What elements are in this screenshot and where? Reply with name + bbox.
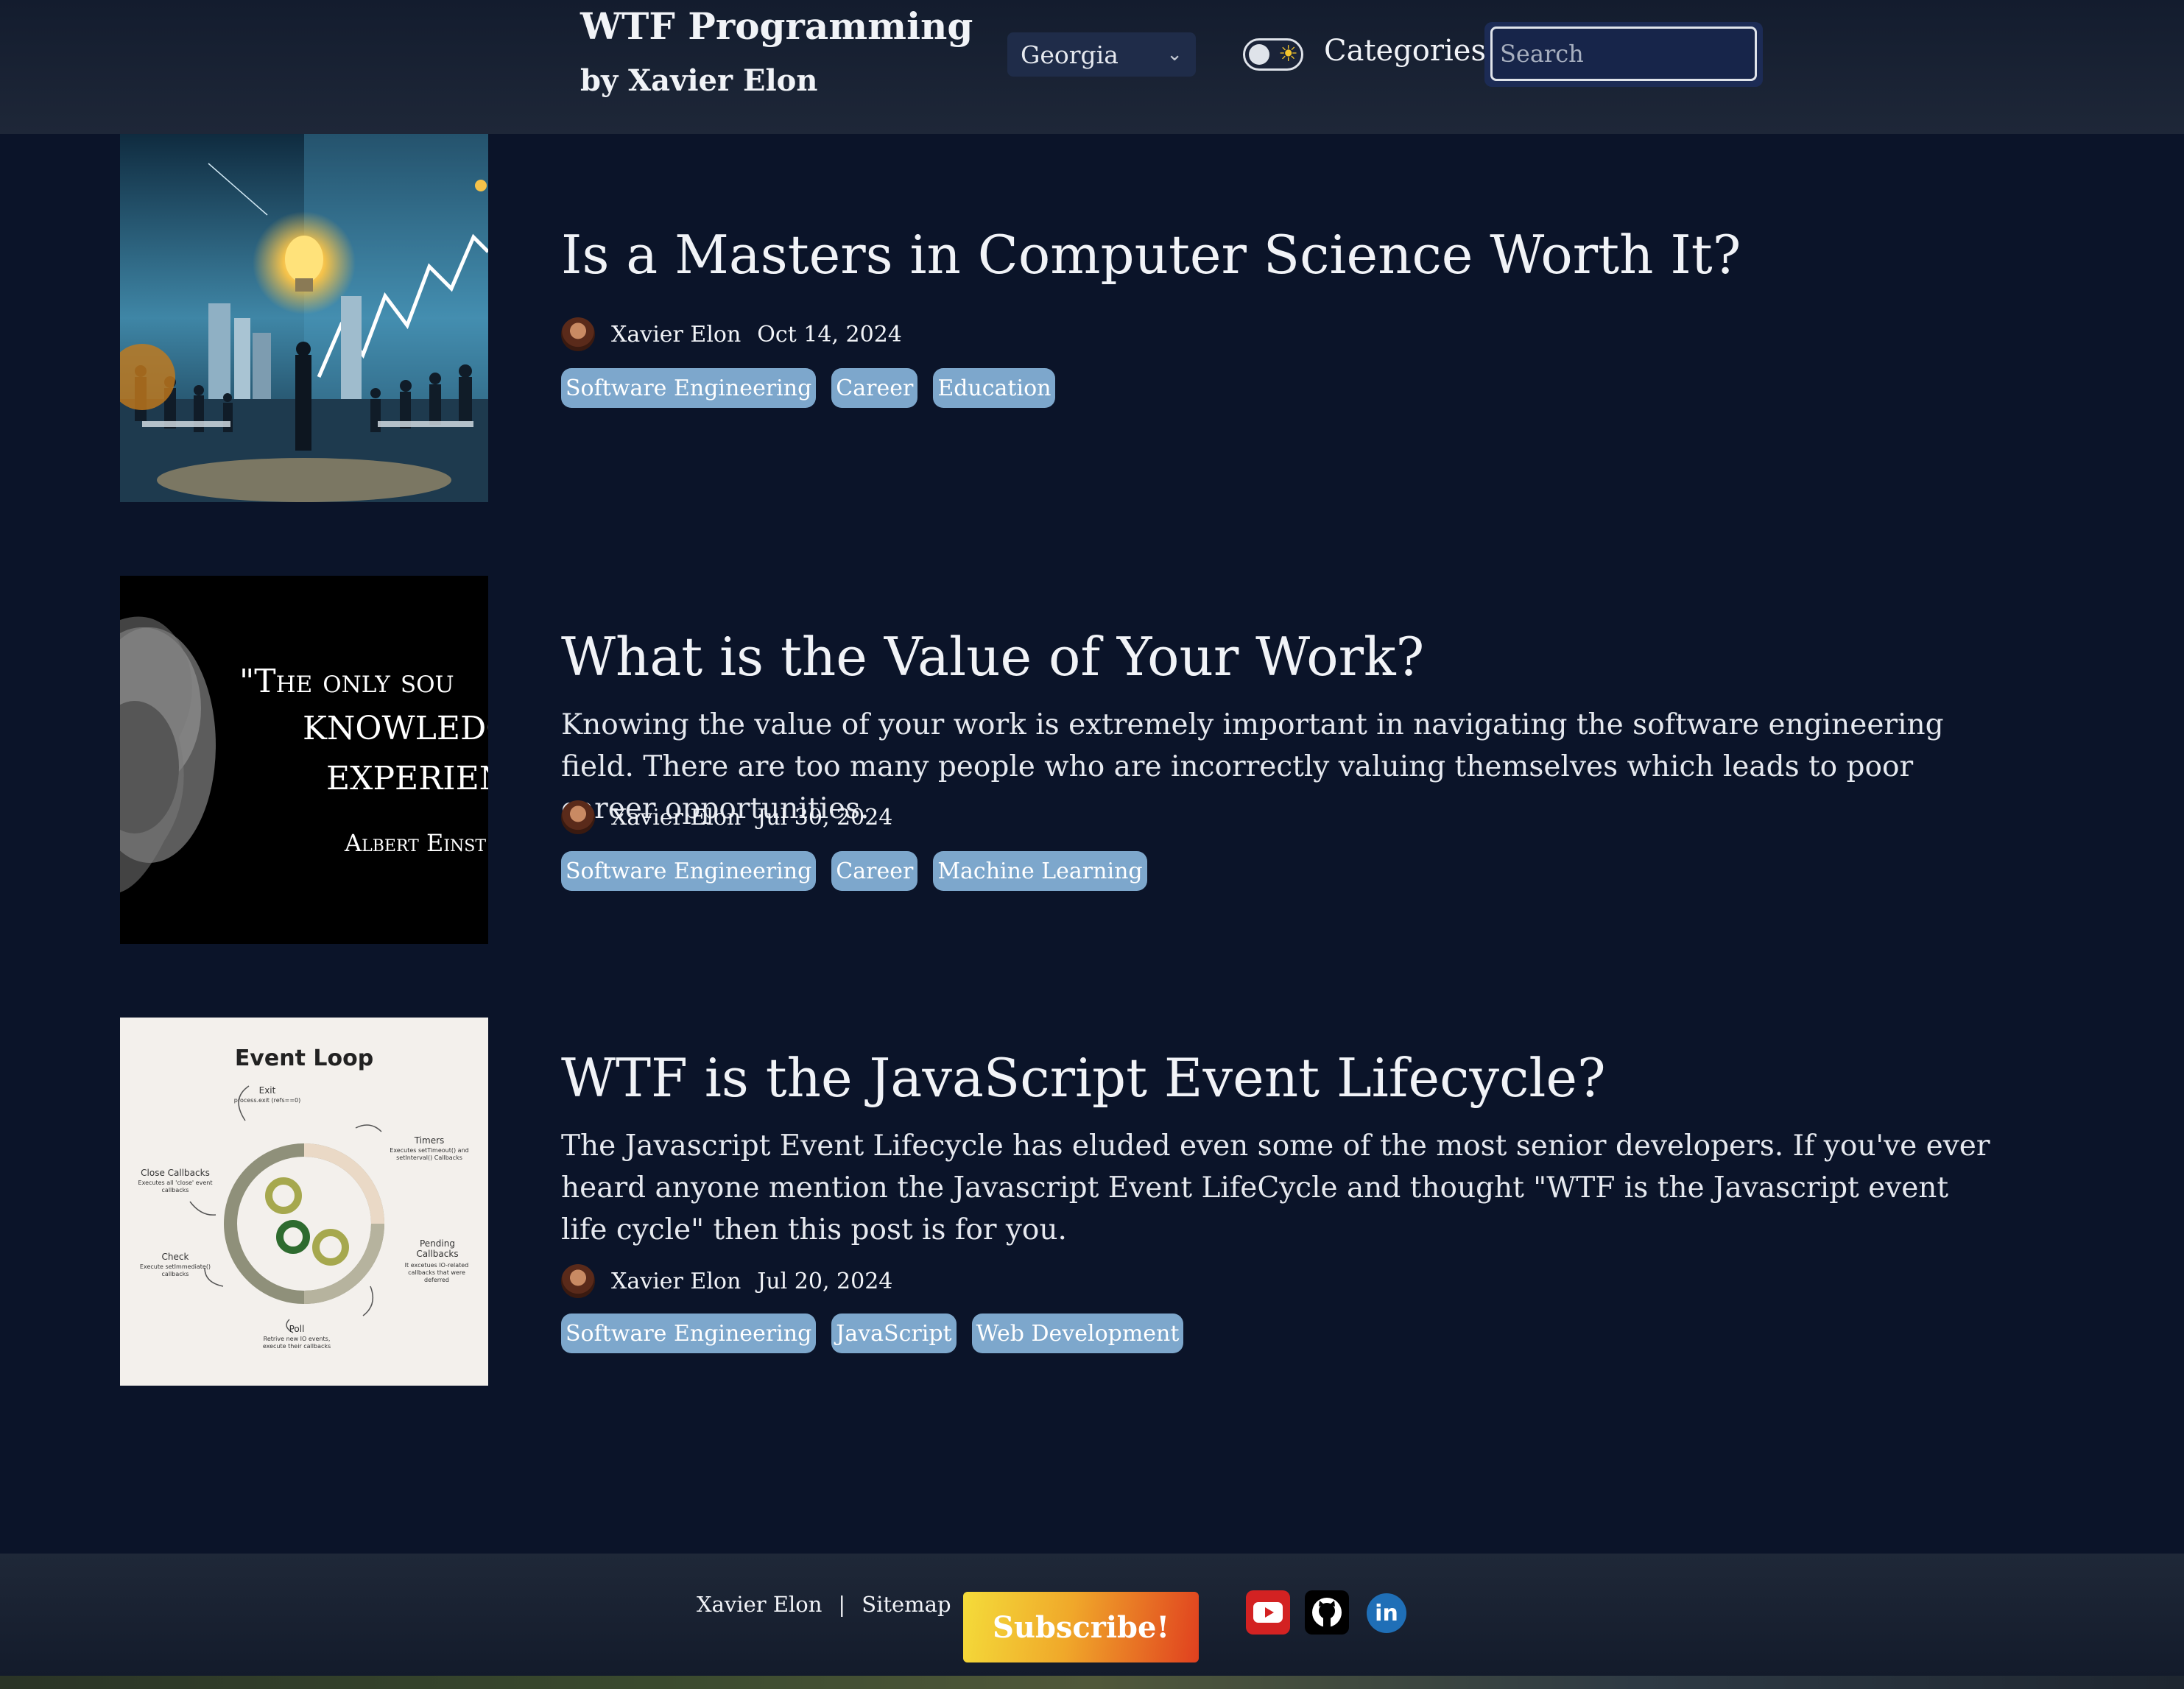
event-loop-close: Close Callbacks xyxy=(141,1168,210,1178)
tag-badge[interactable]: Career xyxy=(831,851,918,891)
font-select-value: Georgia xyxy=(1021,40,1119,69)
event-loop-pending-sub: It excetues IO-related callbacks that we… xyxy=(404,1262,469,1283)
linkedin-icon[interactable]: in xyxy=(1367,1593,1406,1633)
tag-badge[interactable]: Software Engineering xyxy=(561,851,817,891)
event-loop-check-sub: Execute setImmediate() callbacks xyxy=(139,1263,211,1277)
footer-separator: | xyxy=(838,1592,846,1617)
post-author: Xavier Elon xyxy=(611,1268,741,1294)
post-tags: Software Engineering Career Machine Lear… xyxy=(561,851,1147,891)
quote-line-3: experienc xyxy=(326,760,488,797)
footer-background-strip xyxy=(0,1676,2184,1689)
event-loop-poll-sub: Retrive new IO events, execute their cal… xyxy=(262,1336,331,1350)
footer-links: Xavier Elon | Sitemap xyxy=(697,1592,951,1617)
tag-badge[interactable]: Career xyxy=(831,368,918,408)
youtube-icon[interactable] xyxy=(1246,1590,1290,1635)
post-author: Xavier Elon xyxy=(611,804,741,831)
quote-line-1: "The only sou xyxy=(239,663,454,700)
tag-badge[interactable]: Software Engineering xyxy=(561,368,817,408)
github-icon[interactable] xyxy=(1305,1590,1349,1635)
search-input[interactable] xyxy=(1490,27,1757,81)
site-subtitle: by Xavier Elon xyxy=(580,63,818,98)
post-thumbnail[interactable]: Event Loop Exit process.exit (refs==0) T… xyxy=(120,1018,488,1386)
event-loop-timers: Timers xyxy=(414,1135,445,1146)
tag-badge[interactable]: Education xyxy=(933,368,1056,408)
footer-sitemap-link[interactable]: Sitemap xyxy=(862,1592,951,1617)
post-thumbnail[interactable]: "The only sou knowledg experienc Albert … xyxy=(120,576,488,944)
post-tags: Software Engineering Career Education xyxy=(561,368,1056,408)
post-meta: Xavier Elon Jul 30, 2024 xyxy=(561,800,892,835)
quote-attribution: Albert Einst xyxy=(345,829,487,857)
event-loop-heading: Event Loop xyxy=(234,1046,374,1071)
author-avatar xyxy=(561,1264,595,1298)
tag-badge[interactable]: JavaScript xyxy=(831,1314,957,1353)
post-date: Jul 30, 2024 xyxy=(757,804,893,831)
post-title[interactable]: Is a Masters in Computer Science Worth I… xyxy=(561,224,1741,286)
categories-link[interactable]: Categories xyxy=(1324,34,1486,68)
search-container xyxy=(1484,22,1763,87)
event-loop-timers-sub: Executes setTimeout() and setInterval() … xyxy=(390,1147,469,1161)
post-author: Xavier Elon xyxy=(611,321,741,348)
theme-toggle[interactable]: ☀ xyxy=(1243,38,1303,71)
event-loop-exit: Exit xyxy=(258,1085,276,1096)
post-title[interactable]: What is the Value of Your Work? xyxy=(561,626,1424,688)
site-title[interactable]: WTF Programming xyxy=(580,4,973,48)
post-date: Oct 14, 2024 xyxy=(757,321,902,348)
post-tags: Software Engineering JavaScript Web Deve… xyxy=(561,1314,1184,1353)
post-thumbnail[interactable] xyxy=(120,134,488,502)
event-loop-pending: Pending Callbacks xyxy=(416,1238,459,1259)
site-header: WTF Programming by Xavier Elon Georgia ⌄… xyxy=(0,0,2184,134)
footer-author-link[interactable]: Xavier Elon xyxy=(697,1592,822,1617)
event-loop-close-sub: Executes all 'close' event callbacks xyxy=(138,1180,213,1193)
quote-line-2: knowledg xyxy=(303,710,488,747)
post-description: The Javascript Event Lifecycle has elude… xyxy=(561,1129,1990,1247)
toggle-knob xyxy=(1249,44,1269,65)
font-select[interactable]: Georgia ⌄ xyxy=(1007,32,1196,77)
event-loop-exit-sub: process.exit (refs==0) xyxy=(233,1097,301,1104)
post-meta: Xavier Elon Jul 20, 2024 xyxy=(561,1263,892,1299)
tag-badge[interactable]: Machine Learning xyxy=(933,851,1147,891)
post-title[interactable]: WTF is the JavaScript Event Lifecycle? xyxy=(561,1047,1606,1109)
post-image-ai-city xyxy=(120,134,488,502)
tag-badge[interactable]: Software Engineering xyxy=(561,1314,817,1353)
tag-badge[interactable]: Web Development xyxy=(971,1314,1184,1353)
post-date: Jul 20, 2024 xyxy=(757,1268,893,1294)
chevron-down-icon: ⌄ xyxy=(1166,43,1183,66)
author-avatar xyxy=(561,800,595,834)
subscribe-button[interactable]: Subscribe! xyxy=(963,1592,1199,1662)
post-meta: Xavier Elon Oct 14, 2024 xyxy=(561,317,902,352)
event-loop-check: Check xyxy=(161,1252,189,1262)
author-avatar xyxy=(561,317,595,351)
sun-icon: ☀ xyxy=(1278,41,1298,67)
event-loop-poll: Poll xyxy=(289,1324,305,1334)
